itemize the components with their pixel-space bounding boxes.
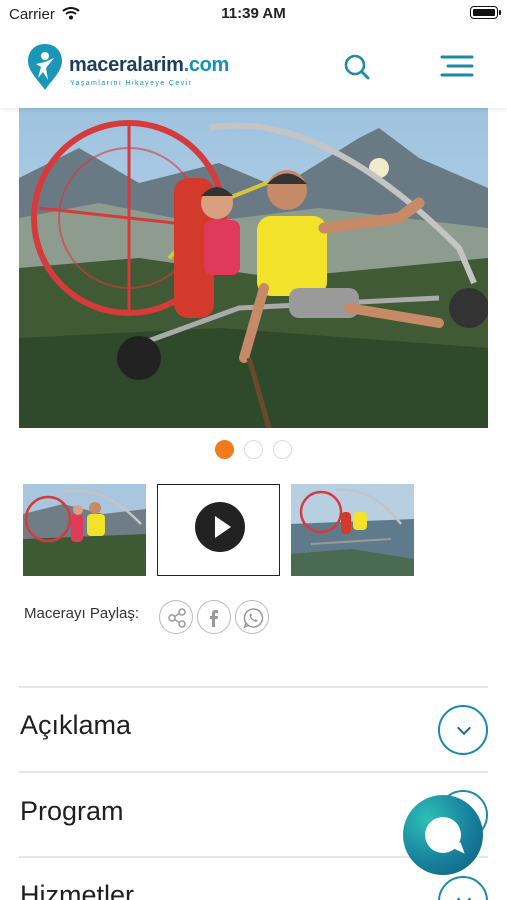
pagination-dot[interactable] [244,440,263,459]
divider [19,771,488,773]
logo-tagline: Yaşamlarını Hikayeye Çevir [70,80,193,87]
battery-icon [470,6,501,19]
gallery-main-image[interactable] [19,108,488,428]
pagination-dot-active[interactable] [214,440,234,459]
hamburger-menu-icon [440,55,474,77]
app-header: maceralarim.com Yaşamlarını Hikayeye Çev… [0,30,507,108]
clock: 11:39 AM [221,5,286,22]
facebook-icon [210,610,218,627]
status-bar: Carrier 11:39 AM [0,0,507,30]
facebook-share-button[interactable] [197,600,231,634]
section-title-aciklama[interactable]: Açıklama [20,710,131,741]
logo-mark-icon [28,44,62,90]
gallery-thumbnail-photo-2[interactable] [291,484,414,576]
logo-brand: maceralarim.com [69,54,230,76]
search-icon [344,54,370,80]
whatsapp-share-button[interactable] [235,600,269,634]
logo[interactable]: maceralarim.com Yaşamlarını Hikayeye Çev… [26,42,230,92]
gallery-pagination [0,440,507,459]
section-title-program[interactable]: Program [20,796,124,827]
divider [19,686,488,688]
chat-bubble-icon [425,817,461,853]
play-icon [195,502,245,552]
whatsapp-icon [243,608,264,629]
chat-button[interactable] [403,795,483,875]
section-title-hizmetler[interactable]: Hizmetler [20,880,134,900]
share-icon [168,608,186,628]
share-button[interactable] [159,600,193,634]
gallery-thumbnail-video[interactable] [157,484,280,576]
gallery-thumbnail-photo-1[interactable] [23,484,146,576]
pagination-dot[interactable] [273,440,293,459]
share-label: Macerayı Paylaş: [24,605,140,622]
expand-aciklama-button[interactable] [438,705,488,755]
menu-button[interactable] [438,50,474,82]
search-button[interactable] [340,50,374,84]
expand-hizmetler-button[interactable] [438,876,488,900]
